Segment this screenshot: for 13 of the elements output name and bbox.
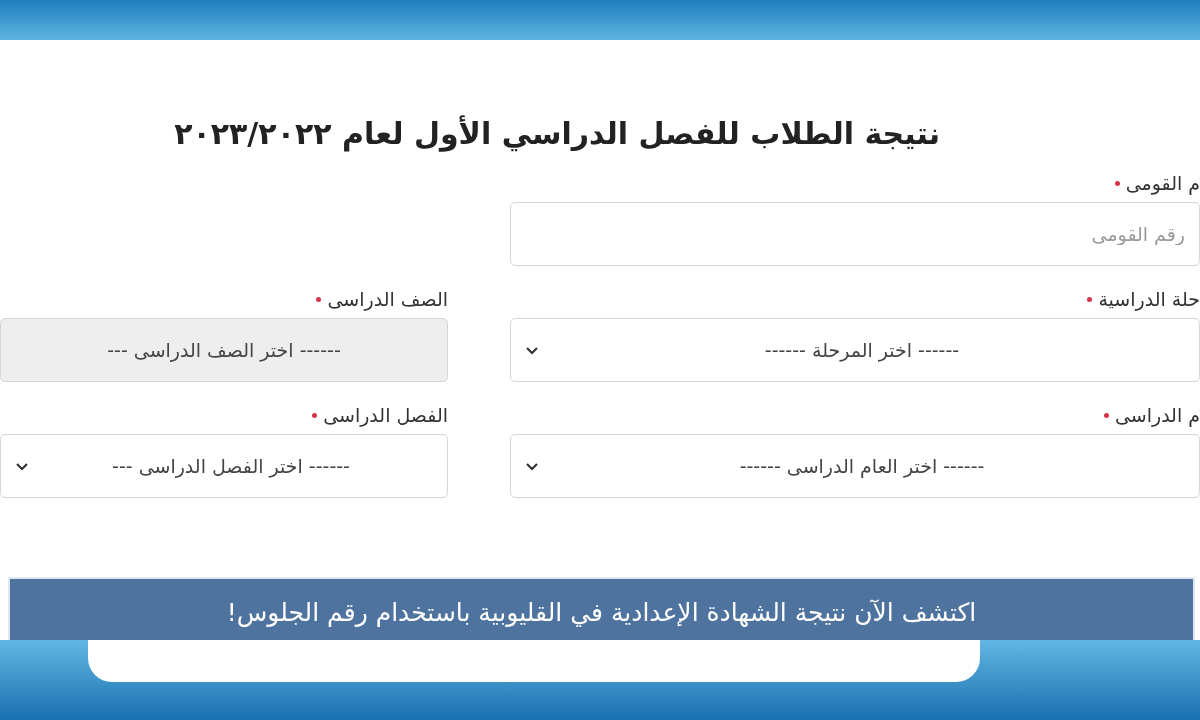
chevron-down-icon (525, 345, 539, 355)
field-label: م القومى (1125, 172, 1200, 194)
chevron-down-icon (15, 461, 29, 471)
field-label: الفصل الدراسى (323, 404, 448, 426)
dropdown[interactable]: ------ اختر المرحلة ------ (510, 318, 1200, 382)
field-label: حلة الدراسية (1098, 288, 1200, 310)
chevron-down-icon (525, 461, 539, 471)
dropdown[interactable]: ------ اختر الفصل الدراسى --- (0, 434, 448, 498)
national-id-field[interactable]: رقم القومى (510, 202, 1200, 266)
field-label: م الدراسى (1114, 404, 1200, 426)
field-label: الصف الدراسى (327, 288, 448, 310)
dropdown[interactable]: ------ اختر العام الدراسى ------ (510, 434, 1200, 498)
page-title: نتيجة الطلاب للفصل الدراسي الأول لعام ٢٠٢٣/٢٠٢٢ (173, 114, 940, 154)
